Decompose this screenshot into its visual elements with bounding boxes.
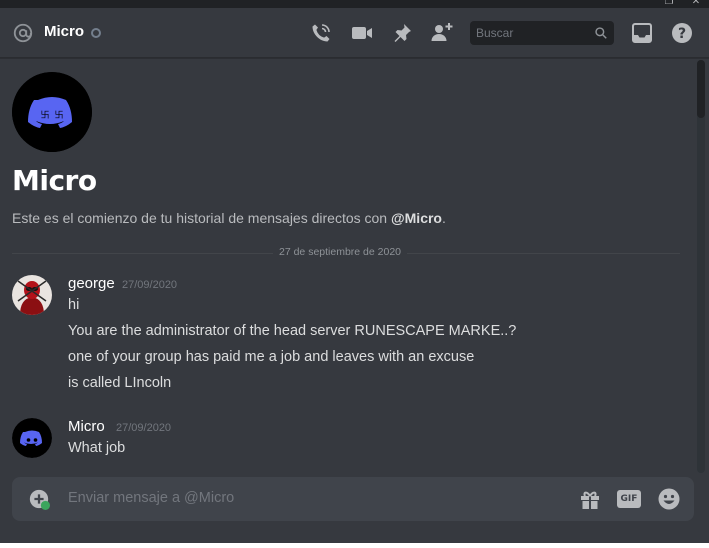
message-input[interactable]: Enviar mensaje a @Micro <box>68 490 234 506</box>
scrollbar[interactable] <box>697 60 705 473</box>
title-bar: ❐ ✕ <box>0 0 709 8</box>
help-icon[interactable]: ? <box>670 21 694 45</box>
svg-text:卐: 卐 <box>54 110 63 121</box>
deadpool-avatar-icon <box>12 275 52 315</box>
help-glyph: ? <box>678 26 686 42</box>
search-input[interactable]: Buscar <box>470 21 614 45</box>
intro-description-text: Este es el comienzo de tu historial de m… <box>12 210 391 226</box>
scroll-thumb[interactable] <box>697 60 705 118</box>
message-line: one of your group has paid me a job and … <box>68 349 475 365</box>
message-timestamp: 27/09/2020 <box>122 279 178 291</box>
close-window-icon[interactable]: ✕ <box>689 0 703 7</box>
emoji-icon[interactable] <box>657 487 681 511</box>
channel-title: Micro <box>44 23 85 40</box>
at-icon <box>13 23 33 43</box>
message-line: You are the administrator of the head se… <box>68 323 517 339</box>
search-placeholder: Buscar <box>476 26 514 40</box>
intro-mention[interactable]: @Micro <box>391 210 442 226</box>
restore-window-icon[interactable]: ❐ <box>662 0 676 7</box>
discord-logo-icon <box>12 418 52 458</box>
intro-avatar: 卐 卐 <box>12 72 92 152</box>
message-author[interactable]: george <box>68 275 115 292</box>
discord-logo-icon: 卐 卐 <box>12 72 92 152</box>
message-timestamp: 27/09/2020 <box>116 422 172 434</box>
video-icon[interactable] <box>350 21 374 45</box>
pin-icon[interactable] <box>390 21 414 45</box>
intro-name: Micro <box>12 164 97 197</box>
channel-header: Micro Buscar ? <box>0 8 709 58</box>
date-divider-label: 27 de septiembre de 2020 <box>273 246 408 258</box>
message-author[interactable]: Micro <box>68 418 105 435</box>
message-line: is called LIncoln <box>68 375 172 391</box>
gif-button[interactable]: GIF <box>617 490 641 508</box>
avatar[interactable] <box>12 275 52 315</box>
gift-icon[interactable] <box>578 487 602 511</box>
add-friend-icon[interactable] <box>430 21 454 45</box>
message-composer[interactable]: Enviar mensaje a @Micro GIF <box>12 477 694 521</box>
message-line: What job <box>68 440 126 456</box>
intro-description: Este es el comienzo de tu historial de m… <box>12 210 446 226</box>
search-icon <box>595 27 607 39</box>
intro-description-end: . <box>441 210 446 226</box>
phone-call-icon[interactable] <box>309 21 333 45</box>
svg-text:卐: 卐 <box>40 110 49 121</box>
offline-status-icon <box>91 28 101 38</box>
inbox-icon[interactable] <box>630 21 654 45</box>
upload-plus-icon[interactable] <box>28 488 50 510</box>
message-line: hi <box>68 297 80 313</box>
avatar[interactable] <box>12 418 52 458</box>
window-bottom-edge <box>0 543 709 548</box>
